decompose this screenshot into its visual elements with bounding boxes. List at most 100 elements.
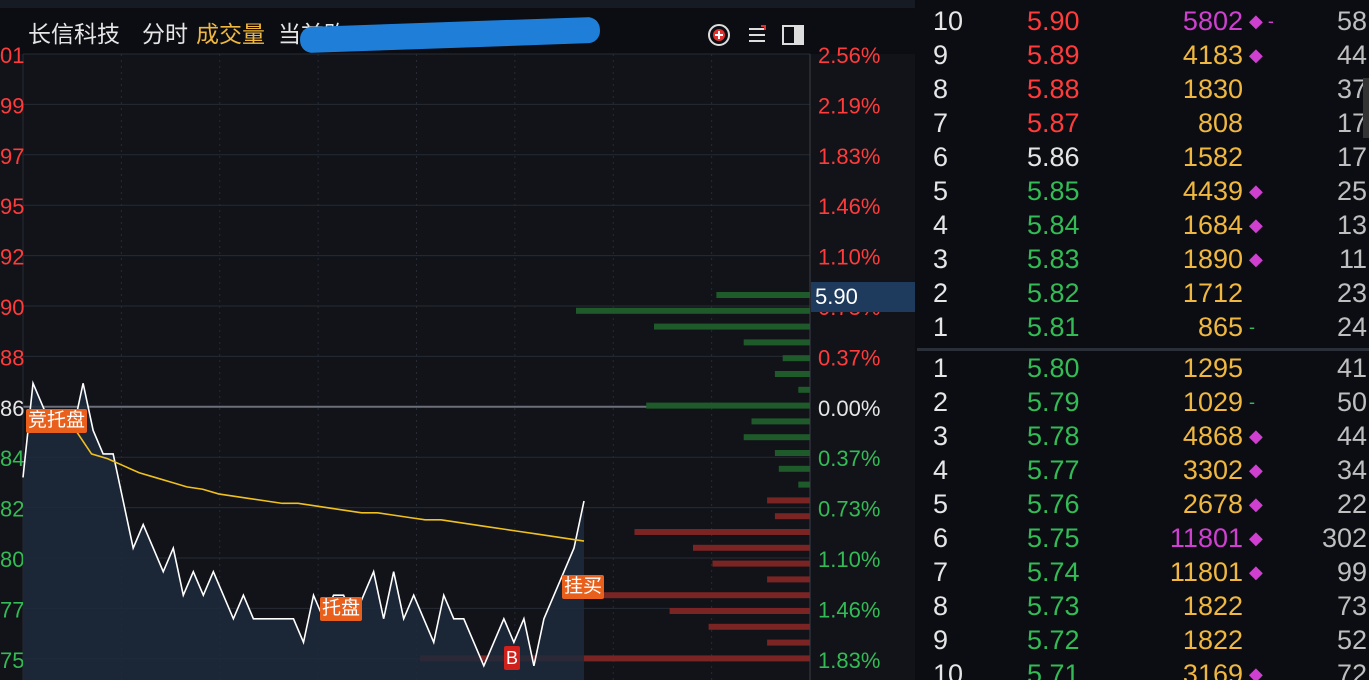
bid-row[interactable]: 3 5.78 4868 ◆ 44 — [917, 419, 1369, 453]
volume: 3302 — [1182, 455, 1243, 485]
ask-row[interactable]: 8 5.88 1830 37 — [917, 72, 1369, 106]
volume: 1029 — [1182, 387, 1243, 417]
bid-row[interactable]: 5 5.76 2678 ◆ 22 — [917, 487, 1369, 521]
price: 5.80 — [1027, 353, 1080, 383]
order-count: 44 — [1336, 421, 1367, 451]
order-marker: ◆ — [1249, 562, 1263, 582]
left-axis-label: 97 — [0, 144, 24, 169]
price: 5.71 — [1027, 659, 1080, 680]
depth-bar — [767, 497, 810, 504]
level-number: 1 — [933, 312, 949, 342]
level-number: 5 — [933, 489, 949, 519]
stock-name[interactable]: 长信科技 — [28, 20, 120, 48]
volume: 1822 — [1182, 591, 1243, 621]
volume: 1712 — [1182, 278, 1243, 308]
level-number: 8 — [933, 74, 949, 104]
depth-bar — [693, 544, 810, 551]
order-marker: - — [1249, 392, 1255, 412]
level-number: 5 — [933, 176, 949, 206]
price: 5.89 — [1027, 40, 1080, 70]
order-count: 58 — [1336, 6, 1367, 36]
volume: 1295 — [1182, 353, 1243, 383]
order-count: 23 — [1336, 278, 1367, 308]
order-marker: ◆ — [1249, 528, 1263, 548]
bid-row[interactable]: 9 5.72 1822 52 — [917, 623, 1369, 657]
ask-row[interactable]: 9 5.89 4183 ◆ 44 — [917, 38, 1369, 72]
bid-row[interactable]: 8 5.73 1822 73 — [917, 589, 1369, 623]
depth-bar — [774, 371, 810, 377]
depth-bar — [576, 307, 810, 314]
ask-row[interactable]: 2 5.82 1712 23 — [917, 276, 1369, 310]
volume: 3169 — [1182, 659, 1243, 680]
volume: 865 — [1197, 312, 1243, 342]
menu-icon[interactable] — [744, 22, 770, 48]
right-axis-label: 1.46% — [818, 597, 880, 622]
volume: 4439 — [1182, 176, 1243, 206]
order-count: 13 — [1336, 210, 1367, 240]
ask-row[interactable]: 10 5.90 5802 ◆ - 58 — [917, 4, 1369, 38]
price: 5.87 — [1027, 108, 1080, 138]
volume: 1890 — [1182, 244, 1243, 274]
volume: 5802 — [1182, 6, 1243, 36]
volume: 1822 — [1182, 625, 1243, 655]
order-marker: ◆ — [1249, 249, 1263, 269]
left-axis-label: 01 — [0, 43, 24, 68]
order-count: 72 — [1336, 659, 1367, 680]
order-count: 73 — [1336, 591, 1367, 621]
volume: 11801 — [1169, 557, 1243, 587]
price: 5.88 — [1027, 74, 1080, 104]
ask-row[interactable]: 5 5.85 4439 ◆ 25 — [917, 174, 1369, 208]
price: 5.74 — [1027, 557, 1080, 587]
level-number: 10 — [933, 659, 964, 680]
bid-row[interactable]: 2 5.79 1029- 50 — [917, 385, 1369, 419]
depth-bar — [669, 608, 810, 614]
bid-row[interactable]: 1 5.80 1295 41 — [917, 351, 1369, 385]
order-count: 11 — [1338, 244, 1367, 274]
indicator-label[interactable]: 成交量 — [196, 20, 265, 48]
price: 5.72 — [1027, 625, 1080, 655]
order-count: 25 — [1336, 176, 1367, 206]
order-count: 41 — [1336, 353, 1367, 383]
volume: 1830 — [1182, 74, 1243, 104]
left-axis-label: 84 — [0, 446, 24, 471]
right-axis-label: 1.46% — [818, 194, 880, 219]
level-number: 7 — [933, 108, 949, 138]
depth-bar — [778, 465, 810, 472]
order-count: 34 — [1336, 455, 1367, 485]
volume: 4183 — [1182, 40, 1243, 70]
right-axis-label: 2.19% — [818, 93, 880, 118]
left-axis-label: 99 — [0, 93, 24, 118]
order-count: 44 — [1336, 40, 1367, 70]
right-axis-label: 0.73% — [818, 497, 880, 522]
order-count: 99 — [1336, 557, 1367, 587]
ask-row[interactable]: 1 5.81 865- 24 — [917, 310, 1369, 344]
level-number: 3 — [933, 421, 949, 451]
depth-bar — [751, 418, 810, 425]
depth-bar — [798, 481, 810, 488]
depth-bar — [798, 386, 810, 393]
order-marker: ◆ — [1249, 215, 1263, 235]
bid-row[interactable]: 6 5.75 11801 ◆ 302 — [917, 521, 1369, 555]
price: 5.75 — [1027, 523, 1080, 553]
depth-bar — [767, 639, 810, 646]
scrollbar-indicator[interactable] — [1363, 78, 1369, 138]
price: 5.86 — [1027, 142, 1080, 172]
ask-row[interactable]: 7 5.87 808 17 — [917, 106, 1369, 140]
ask-row[interactable]: 4 5.84 1684 ◆ 13 — [917, 208, 1369, 242]
volume: 808 — [1197, 108, 1243, 138]
bid-row[interactable]: 10 5.71 3169 ◆ 72 — [917, 657, 1369, 680]
left-axis-label: 90 — [0, 295, 24, 320]
bid-row[interactable]: 4 5.77 3302 ◆ 34 — [917, 453, 1369, 487]
mode-label[interactable]: 分时 — [142, 20, 188, 48]
panel-toggle-icon[interactable] — [780, 22, 806, 48]
intraday-chart[interactable]: 01 99 97 95 92 90 88 86 84 82 80 77 75 2.56% 2.19% 1.83… — [0, 0, 915, 680]
add-icon[interactable] — [706, 22, 732, 48]
right-axis-label: 1.83% — [818, 648, 880, 673]
left-axis-label: 86 — [0, 396, 24, 421]
bid-row[interactable]: 7 5.74 11801 ◆ 99 — [917, 555, 1369, 589]
ask-row[interactable]: 6 5.86 1582 17 — [917, 140, 1369, 174]
level-number: 8 — [933, 591, 949, 621]
ask-row[interactable]: 3 5.83 1890 ◆ 11 — [917, 242, 1369, 276]
intraday-chart-panel[interactable]: 01 99 97 95 92 90 88 86 84 82 80 77 75 2.56% 2.19% 1.83… — [0, 0, 915, 680]
price: 5.81 — [1027, 312, 1080, 342]
